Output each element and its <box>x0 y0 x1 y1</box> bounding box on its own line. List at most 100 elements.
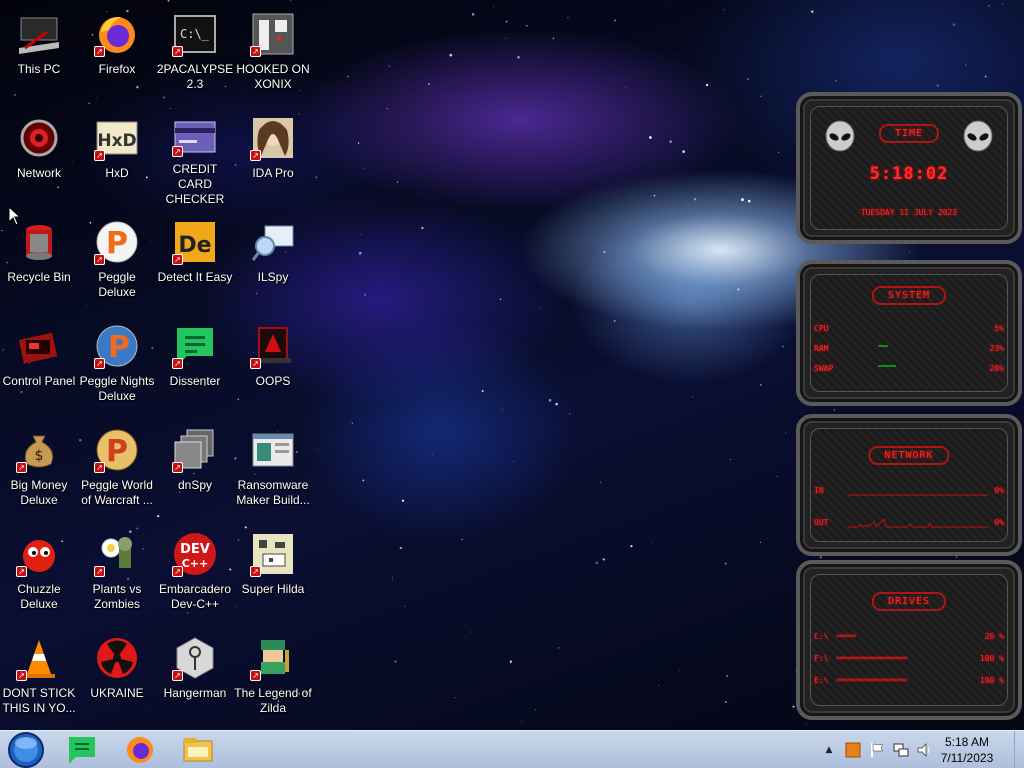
svg-text:De: De <box>178 233 211 258</box>
star <box>729 459 731 461</box>
star <box>289 0 292 1</box>
star <box>649 136 652 139</box>
star <box>388 65 391 67</box>
star <box>651 542 653 544</box>
star <box>792 705 795 708</box>
desktop-icon-network[interactable]: Network <box>0 108 78 204</box>
star <box>526 24 528 27</box>
star <box>988 4 990 7</box>
desktop-icon-hangerman[interactable]: ↗ Hangerman <box>156 628 234 724</box>
desktop-icon-super-hilda[interactable]: ↗ Super Hilda <box>234 524 312 620</box>
taskbar-firefox[interactable] <box>116 733 164 767</box>
desktop-icon-firefox[interactable]: ↗ Firefox <box>78 4 156 100</box>
desktop-icon-chuzzle[interactable]: ↗ Chuzzle Deluxe <box>0 524 78 620</box>
star <box>548 399 552 402</box>
star <box>517 56 520 59</box>
star <box>461 538 463 541</box>
money-bag-icon: $ ↗ <box>15 426 63 474</box>
mouse-cursor-icon <box>8 206 22 226</box>
firefox-icon <box>127 737 153 763</box>
shortcut-arrow-icon: ↗ <box>16 566 27 577</box>
terminal-icon: C:\_ ↗ <box>171 10 219 58</box>
star <box>348 507 349 509</box>
system-panel-title: SYSTEM <box>871 286 947 305</box>
taskbar-clock[interactable]: 5:18 AM 7/11/2023 <box>932 734 1002 766</box>
desktop-icon-big-money[interactable]: $ ↗ Big Money Deluxe <box>0 420 78 516</box>
desktop-icon-ilspy[interactable]: ILSpy <box>234 212 312 308</box>
clock-time: 5:18 AM <box>944 735 990 749</box>
desktop-icon-detect-it-easy[interactable]: De ↗ Detect It Easy <box>156 212 234 308</box>
star <box>364 293 367 296</box>
app-tray-icon[interactable] <box>844 741 862 759</box>
drive-e-bar: »»»»»»»»»»»»»»»»»»»»»» <box>836 676 908 684</box>
desktop-icon-control-panel[interactable]: Control Panel <box>0 316 78 412</box>
shortcut-arrow-icon: ↗ <box>94 254 105 265</box>
firefox-icon: ↗ <box>93 10 141 58</box>
desktop-icon-oops[interactable]: ↗ OOPS <box>234 316 312 412</box>
super-hilda-icon: ↗ <box>249 530 297 578</box>
star <box>955 556 958 558</box>
drive-c-bar: »»»»»» <box>836 632 856 640</box>
star <box>315 176 318 179</box>
desktop-icon-ransomware-maker[interactable]: Ransomware Maker Build... <box>234 420 312 516</box>
star <box>724 701 727 703</box>
star <box>811 10 814 13</box>
desktop-icon-peggle-nights[interactable]: P ↗ Peggle Nights Deluxe <box>78 316 156 412</box>
taskbar-file-explorer[interactable] <box>174 733 222 767</box>
desktop-icon-dev-cpp[interactable]: DEV C++ ↗ Embarcadero Dev-C++ <box>156 524 234 620</box>
desktop-icon-hxd[interactable]: HxD ↗ HxD <box>78 108 156 204</box>
star <box>805 723 807 725</box>
star <box>454 697 456 699</box>
show-desktop-button[interactable] <box>1014 731 1024 768</box>
shortcut-arrow-icon: ↗ <box>94 150 105 161</box>
network-tray-icon[interactable] <box>892 741 910 759</box>
star <box>782 345 784 348</box>
desktop-icon-credit-card-checker[interactable]: ↗ CREDIT CARD CHECKER <box>156 108 234 206</box>
taskbar-dissenter[interactable] <box>58 733 106 767</box>
svg-text:P: P <box>106 226 128 261</box>
desktop-icon-traffic-cone[interactable]: ↗ DONT STICK THIS IN YO... <box>0 628 78 724</box>
shortcut-arrow-icon: ↗ <box>250 46 261 57</box>
star <box>421 226 424 230</box>
desktop-icon-legend-of-zilda[interactable]: ↗ The Legend of Zilda <box>234 628 312 724</box>
desktop-icon-dnspy[interactable]: ↗ dnSpy <box>156 420 234 516</box>
star <box>392 579 394 581</box>
star <box>737 288 740 291</box>
desktop-icon-peggle-deluxe[interactable]: P ↗ Peggle Deluxe <box>78 212 156 308</box>
star <box>602 558 605 561</box>
traffic-cone-icon: ↗ <box>15 634 63 682</box>
star <box>669 140 672 143</box>
desktop-icon-this-pc[interactable]: This PC <box>0 4 78 100</box>
ransomware-icon <box>249 426 297 474</box>
star <box>759 541 762 543</box>
star <box>658 685 660 686</box>
dissenter-icon: ↗ <box>171 322 219 370</box>
shortcut-arrow-icon: ↗ <box>250 670 261 681</box>
star <box>167 0 170 2</box>
desktop-icon-recycle-bin[interactable]: Recycle Bin <box>0 212 78 308</box>
desktop-icon-ukraine[interactable]: UKRAINE <box>78 628 156 724</box>
desktop-icon-2pacalypse[interactable]: C:\_ ↗ 2PACALYPSE 2.3 <box>156 4 234 100</box>
drives-panel: DRIVES C:\»»»»»» 26 % F:\»»»»»»»»»»»»»»»»… <box>796 560 1022 720</box>
desktop-icon-dissenter[interactable]: ↗ Dissenter <box>156 316 234 412</box>
desktop-icon-plants-vs-zombies[interactable]: ↗ Plants vs Zombies <box>78 524 156 620</box>
star <box>679 670 681 672</box>
star <box>501 408 503 410</box>
start-button[interactable] <box>2 732 50 768</box>
star <box>835 80 837 82</box>
peggle-wow-icon: P ↗ <box>93 426 141 474</box>
star <box>692 677 694 679</box>
star <box>682 150 686 153</box>
desktop-icon-peggle-wow[interactable]: P ↗ Peggle World of Warcraft ... <box>78 420 156 516</box>
drive-f-row: F:\»»»»»»»»»»»»»»»»»»»»»» 100 % <box>814 654 1004 663</box>
svg-text:C:\_: C:\_ <box>180 27 210 41</box>
desktop-icon-hooked-on-xonix[interactable]: ↗ HOOKED ON XONIX <box>234 4 312 100</box>
xonix-icon: ↗ <box>249 10 297 58</box>
this-pc-icon <box>15 10 63 58</box>
shortcut-arrow-icon: ↗ <box>250 150 261 161</box>
show-hidden-icons-icon[interactable]: ▲ <box>822 745 836 755</box>
drives-panel-title: DRIVES <box>871 592 947 611</box>
star <box>505 37 507 39</box>
action-center-flag-icon[interactable] <box>868 741 886 759</box>
desktop-icon-ida-pro[interactable]: ↗ IDA Pro <box>234 108 312 204</box>
